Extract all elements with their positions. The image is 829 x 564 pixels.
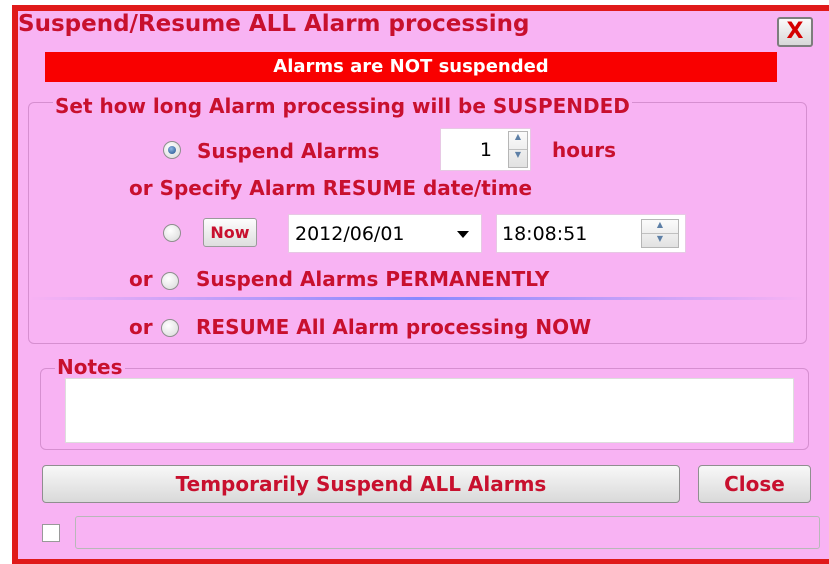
close-button[interactable]: Close bbox=[698, 465, 811, 503]
hours-value: 1 bbox=[479, 139, 492, 161]
radio-suspend-hours[interactable] bbox=[163, 141, 181, 159]
time-increment-button[interactable]: ▲ bbox=[642, 220, 678, 234]
notes-legend: Notes bbox=[55, 355, 125, 379]
suspend-hours-label: Suspend Alarms bbox=[197, 139, 380, 163]
dropdown-arrow-icon[interactable] bbox=[457, 231, 469, 238]
suspend-status-banner: Alarms are NOT suspended bbox=[45, 52, 777, 82]
time-decrement-button[interactable]: ▼ bbox=[642, 234, 678, 248]
radio-resume-datetime[interactable] bbox=[163, 224, 181, 242]
status-checkbox[interactable] bbox=[42, 524, 60, 542]
now-button[interactable]: Now bbox=[203, 218, 257, 247]
group-divider bbox=[29, 297, 806, 300]
resume-time-field[interactable]: 18:08:51 ▲ ▼ bbox=[496, 214, 686, 253]
time-spin-buttons: ▲ ▼ bbox=[641, 219, 679, 248]
dialog-title: Suspend/Resume ALL Alarm processing bbox=[18, 11, 530, 37]
hours-unit-label: hours bbox=[552, 138, 616, 162]
temporarily-suspend-button[interactable]: Temporarily Suspend ALL Alarms bbox=[42, 465, 680, 503]
resume-time-value: 18:08:51 bbox=[502, 223, 588, 245]
radio-suspend-permanently[interactable] bbox=[161, 272, 179, 290]
status-line-field bbox=[75, 516, 820, 549]
resume-now-label: RESUME All Alarm processing NOW bbox=[196, 315, 592, 339]
notes-textarea[interactable] bbox=[65, 378, 794, 443]
permanent-or-prefix: or bbox=[129, 267, 153, 291]
hours-spin-buttons: ▲ ▼ bbox=[508, 131, 528, 168]
radio-resume-now[interactable] bbox=[161, 319, 179, 337]
resume-date-picker[interactable]: 2012/06/01 bbox=[288, 214, 482, 253]
hours-increment-button[interactable]: ▲ bbox=[509, 132, 527, 150]
resume-date-value: 2012/06/01 bbox=[295, 223, 405, 245]
suspend-permanently-label: Suspend Alarms PERMANENTLY bbox=[196, 267, 550, 291]
hours-stepper[interactable]: 1 ▲ ▼ bbox=[440, 128, 531, 171]
suspend-duration-legend: Set how long Alarm processing will be SU… bbox=[53, 94, 632, 118]
close-x-button[interactable]: X bbox=[777, 17, 813, 47]
resume-or-prefix: or bbox=[129, 315, 153, 339]
hours-decrement-button[interactable]: ▼ bbox=[509, 150, 527, 168]
resume-datetime-label: or Specify Alarm RESUME date/time bbox=[129, 176, 533, 200]
